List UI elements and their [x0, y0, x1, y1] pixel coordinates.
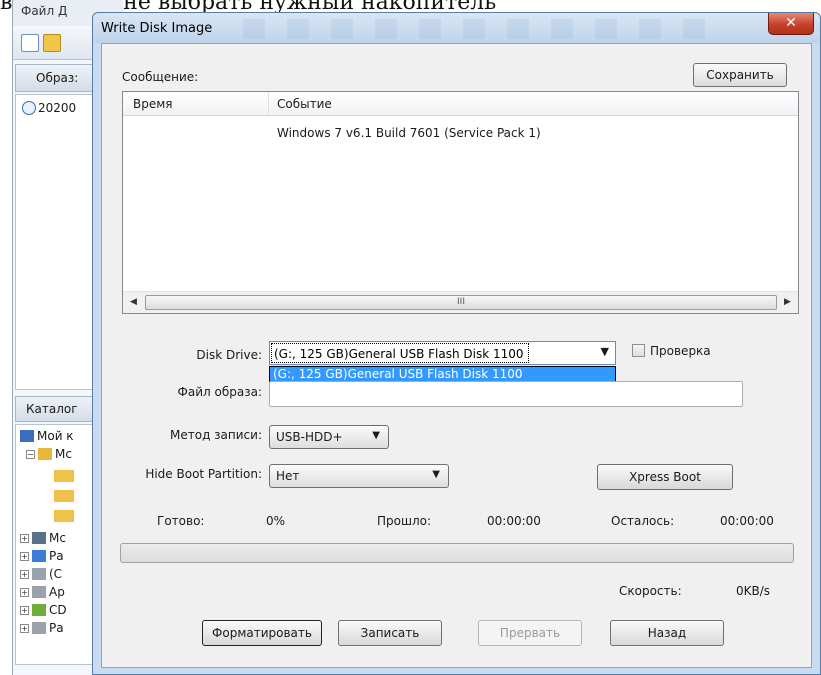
- disk-drive-label: Disk Drive:: [196, 348, 262, 362]
- ready-value: 0%: [266, 514, 286, 528]
- close-button[interactable]: ✕: [768, 13, 814, 35]
- scroll-thumb[interactable]: III: [145, 295, 777, 310]
- hide-boot-value: Нет: [276, 469, 300, 483]
- column-header-time[interactable]: Время: [133, 97, 173, 111]
- folder-icon: [54, 470, 74, 482]
- cd-drive-icon: [32, 604, 46, 616]
- desktop-icon: [32, 550, 46, 562]
- write-method-select[interactable]: USB-HDD+ ▼: [269, 425, 389, 449]
- tree-row[interactable]: + Мс: [20, 531, 66, 545]
- open-folder-icon[interactable]: [43, 34, 61, 52]
- hard-drive-icon: [32, 586, 46, 598]
- chevron-down-icon[interactable]: ▼: [372, 430, 380, 441]
- tree-row[interactable]: + Ар: [20, 585, 65, 599]
- dialog-body: Сообщение: Сохранить Время Событие Windo…: [101, 43, 812, 668]
- horizontal-scrollbar[interactable]: ◀ III ▶: [123, 291, 798, 313]
- new-file-icon[interactable]: [21, 34, 39, 52]
- ready-label: Готово:: [157, 514, 205, 528]
- expand-icon[interactable]: +: [20, 606, 29, 615]
- remaining-label: Осталось:: [611, 514, 675, 528]
- tree-row[interactable]: + Ра: [20, 621, 64, 635]
- write-method-value: USB-HDD+: [276, 430, 343, 444]
- abort-button[interactable]: Прервать: [478, 620, 582, 646]
- documents-icon: [38, 448, 52, 460]
- disk-drive-value: (G:, 125 GB)General USB Flash Disk 1100: [271, 343, 529, 363]
- column-header-event[interactable]: Событие: [277, 97, 332, 111]
- dialog-title: Write Disk Image: [101, 21, 213, 36]
- title-bar-background: [243, 19, 713, 39]
- tree-row[interactable]: − Мс: [26, 447, 72, 461]
- expand-icon[interactable]: +: [20, 570, 29, 579]
- speed-label: Скорость:: [619, 584, 682, 598]
- expand-icon[interactable]: +: [20, 552, 29, 561]
- format-button[interactable]: Форматировать: [202, 620, 322, 646]
- disk-drive-select[interactable]: (G:, 125 GB)General USB Flash Disk 1100 …: [269, 341, 616, 365]
- elapsed-value: 00:00:00: [487, 514, 541, 528]
- bg-tree-item[interactable]: 20200: [22, 101, 76, 115]
- folder-icon: [54, 490, 74, 502]
- hide-boot-label: Hide Boot Partition:: [145, 467, 262, 481]
- hard-drive-icon: [32, 622, 46, 634]
- expand-icon[interactable]: +: [20, 534, 29, 543]
- title-bar[interactable]: Write Disk Image ✕: [93, 13, 820, 43]
- hard-drive-icon: [32, 568, 46, 580]
- log-row-event: Windows 7 v6.1 Build 7601 (Service Pack …: [277, 126, 541, 140]
- expand-icon[interactable]: +: [20, 588, 29, 597]
- close-icon: ✕: [785, 15, 797, 31]
- expand-icon[interactable]: +: [20, 624, 29, 633]
- write-disk-image-dialog: Write Disk Image ✕ Сообщение: Сохранить …: [92, 12, 821, 675]
- disk-drive-option[interactable]: (G:, 125 GB)General USB Flash Disk 1100: [270, 367, 615, 382]
- folder-row[interactable]: [54, 509, 77, 523]
- computer-icon: [20, 430, 34, 442]
- chevron-down-icon[interactable]: ▼: [601, 345, 609, 358]
- back-button[interactable]: Назад: [610, 620, 724, 646]
- folder-icon: [54, 510, 74, 522]
- folder-row[interactable]: [54, 489, 77, 503]
- scroll-grip: III: [457, 297, 465, 307]
- disc-icon: [22, 101, 36, 115]
- write-button[interactable]: Записать: [338, 620, 442, 646]
- scroll-right-icon[interactable]: ▶: [779, 294, 796, 311]
- speed-value: 0KB/s: [736, 584, 771, 598]
- save-button[interactable]: Сохранить: [693, 63, 787, 87]
- tree-row[interactable]: + (С: [20, 567, 62, 581]
- write-method-label: Метод записи:: [170, 428, 262, 442]
- message-label: Сообщение:: [122, 70, 199, 84]
- write-progress-bar: [120, 543, 794, 563]
- column-divider[interactable]: [268, 92, 269, 116]
- hide-boot-select[interactable]: Нет ▼: [269, 464, 449, 488]
- xpress-boot-button[interactable]: Xpress Boot: [597, 464, 733, 490]
- image-file-input[interactable]: [269, 381, 743, 407]
- bg-tree-item-label: 20200: [38, 101, 77, 115]
- tree-row[interactable]: + Ра: [20, 549, 64, 563]
- folder-row[interactable]: [54, 469, 77, 483]
- bg-menu-file[interactable]: Файл Д: [21, 4, 67, 18]
- elapsed-label: Прошло:: [377, 514, 432, 528]
- verify-label[interactable]: Проверка: [650, 344, 711, 358]
- scroll-left-icon[interactable]: ◀: [125, 294, 142, 311]
- collapse-icon[interactable]: −: [26, 450, 35, 459]
- remaining-value: 00:00:00: [720, 514, 774, 528]
- log-header: Время Событие: [123, 92, 798, 116]
- log-list[interactable]: Время Событие Windows 7 v6.1 Build 7601 …: [122, 91, 799, 314]
- verify-checkbox[interactable]: [632, 344, 645, 357]
- drive-icon: [32, 532, 46, 544]
- image-file-label: Файл образа:: [177, 385, 262, 399]
- tree-row[interactable]: Мой к: [20, 429, 74, 443]
- chevron-down-icon[interactable]: ▼: [432, 469, 440, 480]
- tree-row[interactable]: + CD: [20, 603, 67, 617]
